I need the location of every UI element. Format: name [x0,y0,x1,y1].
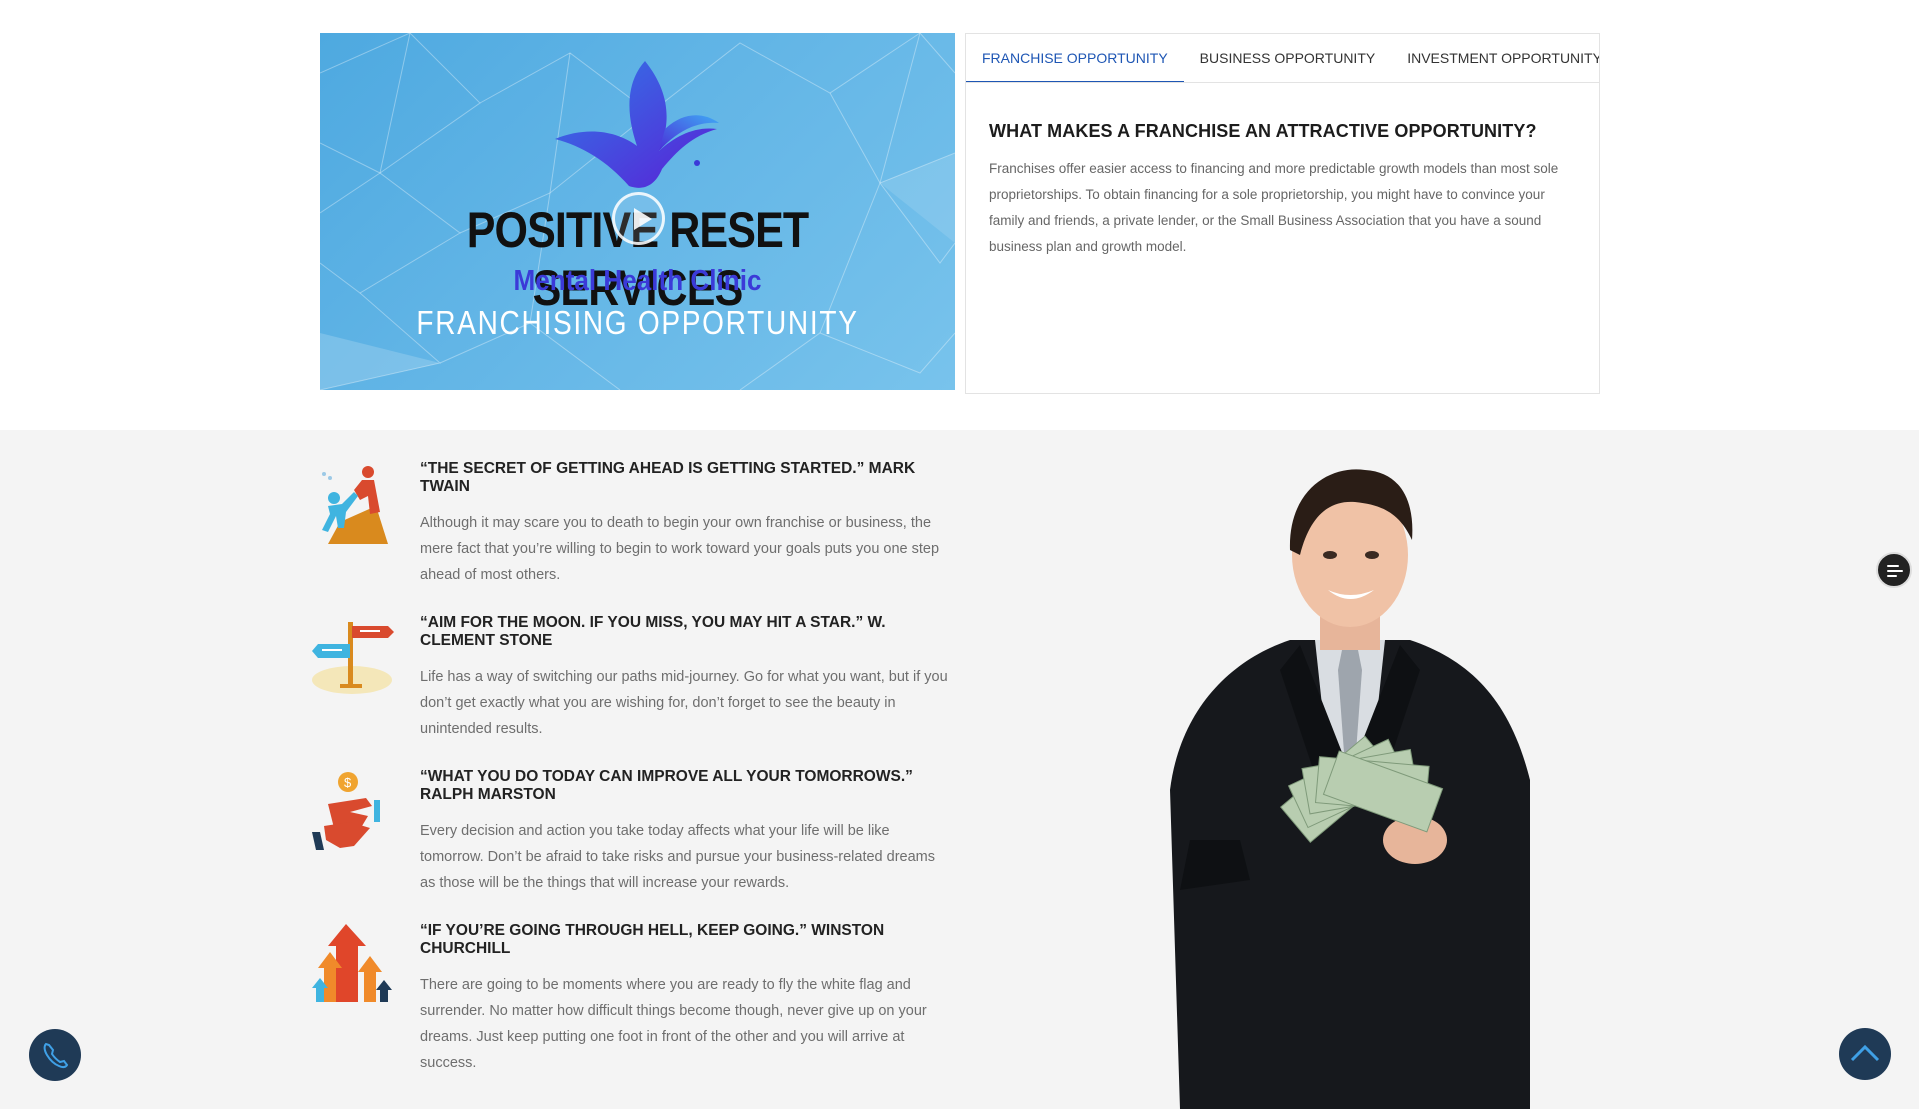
quote-title: “AIM FOR THE MOON. IF YOU MISS, YOU MAY … [420,614,886,649]
top-section: POSITIVE RESET SERVICES Mental Health Cl… [0,0,1919,430]
bird-logo-icon [555,61,719,188]
quote-title: “IF YOU’RE GOING THROUGH HELL, KEEP GOIN… [420,922,885,957]
quote-item: “THE SECRET OF GETTING AHEAD IS GETTING … [310,460,950,600]
signpost-icon [312,622,394,694]
tab-investment-opportunity[interactable]: INVESTMENT OPPORTUNITY [1391,34,1599,82]
tab-bar: FRANCHISE OPPORTUNITY BUSINESS OPPORTUNIT… [966,34,1599,83]
quotes-section: “THE SECRET OF GETTING AHEAD IS GETTING … [0,430,1919,1109]
back-to-top-button[interactable] [1839,1028,1891,1080]
menu-filter-icon[interactable] [1876,552,1912,588]
growth-arrows-icon [312,924,392,1002]
svg-text:$: $ [344,775,352,790]
call-button[interactable] [29,1029,81,1081]
quote-item: $ “WHAT YOU DO TODAY CAN IMPROVE ALL YOU… [310,768,950,908]
play-icon[interactable] [612,192,665,245]
quote-item: “AIM FOR THE MOON. IF YOU MISS, YOU MAY … [310,614,950,754]
tab-franchise-opportunity[interactable]: FRANCHISE OPPORTUNITY [966,34,1184,82]
chevron-up-icon [1850,1044,1880,1062]
tab-content-heading: WHAT MAKES A FRANCHISE AN ATTRACTIVE OPP… [989,121,1537,141]
opportunity-tabs-panel: FRANCHISE OPPORTUNITY BUSINESS OPPORTUNIT… [965,33,1600,394]
quote-body: Although it may scare you to death to be… [420,515,940,583]
helping-hand-icon [322,466,388,544]
tab-content-body: Franchises offer easier access to financ… [989,161,1559,254]
quote-body: There are going to be moments where you … [420,977,927,1071]
quote-body: Life has a way of switching our paths mi… [420,669,948,737]
tab-business-opportunity[interactable]: BUSINESS OPPORTUNITY [1184,34,1392,82]
phone-icon [43,1042,69,1069]
video-brand-tagline: FRANCHISING OPPORTUNITY [416,304,859,341]
quote-title: “THE SECRET OF GETTING AHEAD IS GETTING … [420,460,916,495]
tab-content: WHAT MAKES A FRANCHISE AN ATTRACTIVE OPP… [966,83,1599,260]
hand-coin-icon: $ [312,772,380,850]
video-player[interactable]: POSITIVE RESET SERVICES Mental Health Cl… [320,33,955,390]
quote-title: “WHAT YOU DO TODAY CAN IMPROVE ALL YOUR … [420,768,913,803]
quote-item: “IF YOU’RE GOING THROUGH HELL, KEEP GOIN… [310,922,950,1082]
video-brand-subtitle: Mental Health Clinic [513,265,762,297]
businessman-image [1170,469,1530,1109]
quote-body: Every decision and action you take today… [420,823,935,891]
